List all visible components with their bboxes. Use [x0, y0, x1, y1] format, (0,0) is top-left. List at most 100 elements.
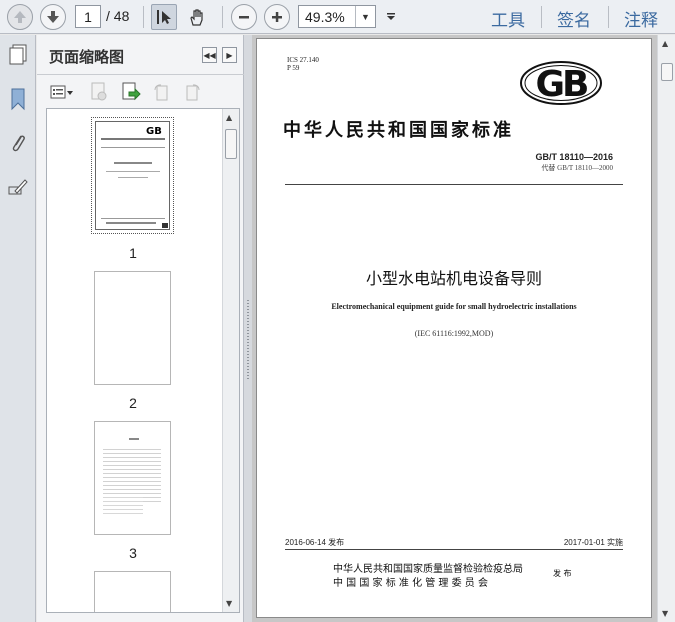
scroll-up-icon[interactable]: ▲: [662, 39, 668, 48]
header-rule: [285, 184, 623, 185]
panel-header: 页面缩略图 ◀◀ ▶: [37, 35, 244, 75]
arrow-up-icon: [14, 11, 26, 23]
panel-resize-handle[interactable]: [244, 35, 252, 622]
iec-reference: (IEC 61116:1992,MOD): [414, 329, 494, 338]
replaces-code: 代替 GB/T 18110—2000: [541, 164, 613, 172]
arrow-down-icon: [47, 11, 59, 23]
page-number-value: 1: [84, 8, 92, 25]
zoom-select[interactable]: 49.3% ▼: [298, 5, 376, 28]
text-cursor-icon: [157, 10, 171, 24]
standard-title: 中华人民共和国国家标准: [283, 120, 514, 141]
minus-icon: [239, 16, 249, 19]
thumbnail-label: 3: [129, 545, 137, 561]
pages-icon: [9, 44, 27, 65]
thumbnail-label: 2: [129, 395, 137, 411]
document-title-en: Electromechanical equipment guide for sm…: [331, 302, 577, 311]
hand-icon: [190, 9, 203, 26]
rotate-right-icon: [186, 84, 200, 101]
scroll-up-icon[interactable]: ▲: [226, 113, 232, 122]
page-export-icon: [122, 82, 141, 101]
ccs-code: P 59: [287, 64, 300, 72]
thumbnail-label: 1: [129, 245, 137, 261]
double-chevron-left-icon: ◀◀: [203, 50, 216, 60]
thumbnail-image: GB: [95, 121, 170, 230]
extract-page-button[interactable]: [121, 82, 141, 102]
next-page-button[interactable]: [40, 4, 66, 30]
zoom-out-button[interactable]: [231, 4, 257, 30]
thumbnail-text-line: [101, 138, 165, 140]
tools-menu[interactable]: 工具: [491, 6, 525, 31]
toolbar-divider: [608, 6, 609, 28]
thumbnail-page-2[interactable]: [94, 271, 171, 385]
scroll-down-icon[interactable]: ▼: [662, 609, 668, 618]
panel-title: 页面缩略图: [49, 48, 125, 66]
navigation-sidebar: [0, 35, 36, 622]
panel-menu-button[interactable]: ▶: [222, 47, 237, 63]
issue-word: 发 布: [553, 569, 572, 578]
paperclip-icon: [12, 135, 25, 152]
scrollbar-thumb[interactable]: [661, 63, 673, 81]
gb-logo-icon: GB: [520, 61, 602, 105]
thumbnail-text-line: [106, 171, 160, 172]
implementation-date: 2017-01-01 实施: [563, 538, 623, 547]
document-viewer[interactable]: ICS 27.140 P 59 GB 中华人民共和国国家标准 GB/T 1811…: [252, 35, 675, 622]
scroll-down-icon[interactable]: ▼: [226, 599, 232, 608]
thumbnail-options-button[interactable]: [49, 82, 75, 102]
standard-code: GB/T 18110—2016: [535, 152, 613, 162]
thumbnail-text-line: [118, 177, 148, 178]
thumbnail-text-line: [114, 162, 152, 164]
chevron-right-icon: ▶: [226, 50, 233, 60]
signatures-button[interactable]: [6, 175, 30, 199]
thumbnail-panel: 页面缩略图 ◀◀ ▶ GB 1 2 3 ▲ ▼: [37, 35, 244, 622]
issuer-line-2: 中 国 国 家 标 准 化 管 理 委 员 会: [333, 578, 488, 589]
document-title-cn: 小型水电站机电设备导则: [365, 269, 542, 288]
toolbar-divider: [222, 6, 223, 28]
footer-rule: [285, 549, 623, 550]
thumbnail-text-line: [106, 222, 156, 224]
hand-tool-button[interactable]: [184, 4, 210, 30]
thumbnail-toc-lines: [103, 494, 143, 516]
rotate-clockwise-button[interactable]: [183, 82, 203, 102]
toolbar-divider: [541, 6, 542, 28]
page-number-input[interactable]: 1: [75, 5, 101, 28]
sign-menu[interactable]: 签名: [557, 6, 591, 31]
page-total-label: / 48: [106, 8, 130, 24]
toolbar-options-button[interactable]: [382, 4, 400, 30]
chevron-down-icon[interactable]: ▼: [355, 6, 375, 27]
more-options-icon: [387, 13, 395, 20]
issuer-line-1: 中华人民共和国国家质量监督检验检疫总局: [333, 564, 523, 575]
panel-toolbar: [37, 76, 244, 106]
zoom-in-button[interactable]: [264, 4, 290, 30]
thumbnail-divider: [101, 218, 165, 219]
thumbnail-page-3[interactable]: [94, 421, 171, 535]
main-toolbar: 1 / 48 49.3% ▼ 工具 签名 注释: [0, 0, 675, 34]
issue-date: 2016-06-14 发布: [285, 538, 345, 547]
document-scrollbar[interactable]: ▲ ▼: [657, 35, 675, 622]
select-tool-button[interactable]: [151, 4, 177, 30]
toolbar-divider: [143, 6, 144, 28]
scrollbar-thumb[interactable]: [225, 129, 237, 159]
thumbnail-text-line: [129, 438, 139, 440]
ics-code: ICS 27.140: [287, 56, 319, 64]
thumbnail-scrollbar[interactable]: ▲ ▼: [222, 109, 239, 612]
options-list-icon: [50, 85, 73, 99]
comment-menu[interactable]: 注释: [624, 6, 658, 31]
collapse-panel-button[interactable]: ◀◀: [202, 47, 217, 63]
thumbnail-page-4[interactable]: [94, 571, 171, 612]
document-page: ICS 27.140 P 59 GB 中华人民共和国国家标准 GB/T 1811…: [256, 38, 652, 618]
zoom-value: 49.3%: [305, 9, 345, 25]
page-thumbnails-button[interactable]: [6, 43, 30, 67]
previous-page-button[interactable]: [7, 4, 33, 30]
bookmarks-button[interactable]: [6, 87, 30, 111]
thumbnail-page-1[interactable]: GB: [91, 117, 174, 234]
rotate-left-icon: [154, 84, 168, 101]
plus-icon: [272, 12, 282, 22]
rotate-counterclockwise-button[interactable]: [151, 82, 171, 102]
grip-icon: [247, 300, 249, 380]
delete-page-button[interactable]: [89, 82, 109, 102]
bookmark-icon: [11, 88, 25, 111]
attachments-button[interactable]: [6, 131, 30, 155]
thumbnail-logo: GB: [146, 126, 162, 137]
delete-page-icon: [91, 82, 107, 101]
thumbnail-list[interactable]: GB 1 2 3 ▲ ▼: [46, 108, 240, 613]
